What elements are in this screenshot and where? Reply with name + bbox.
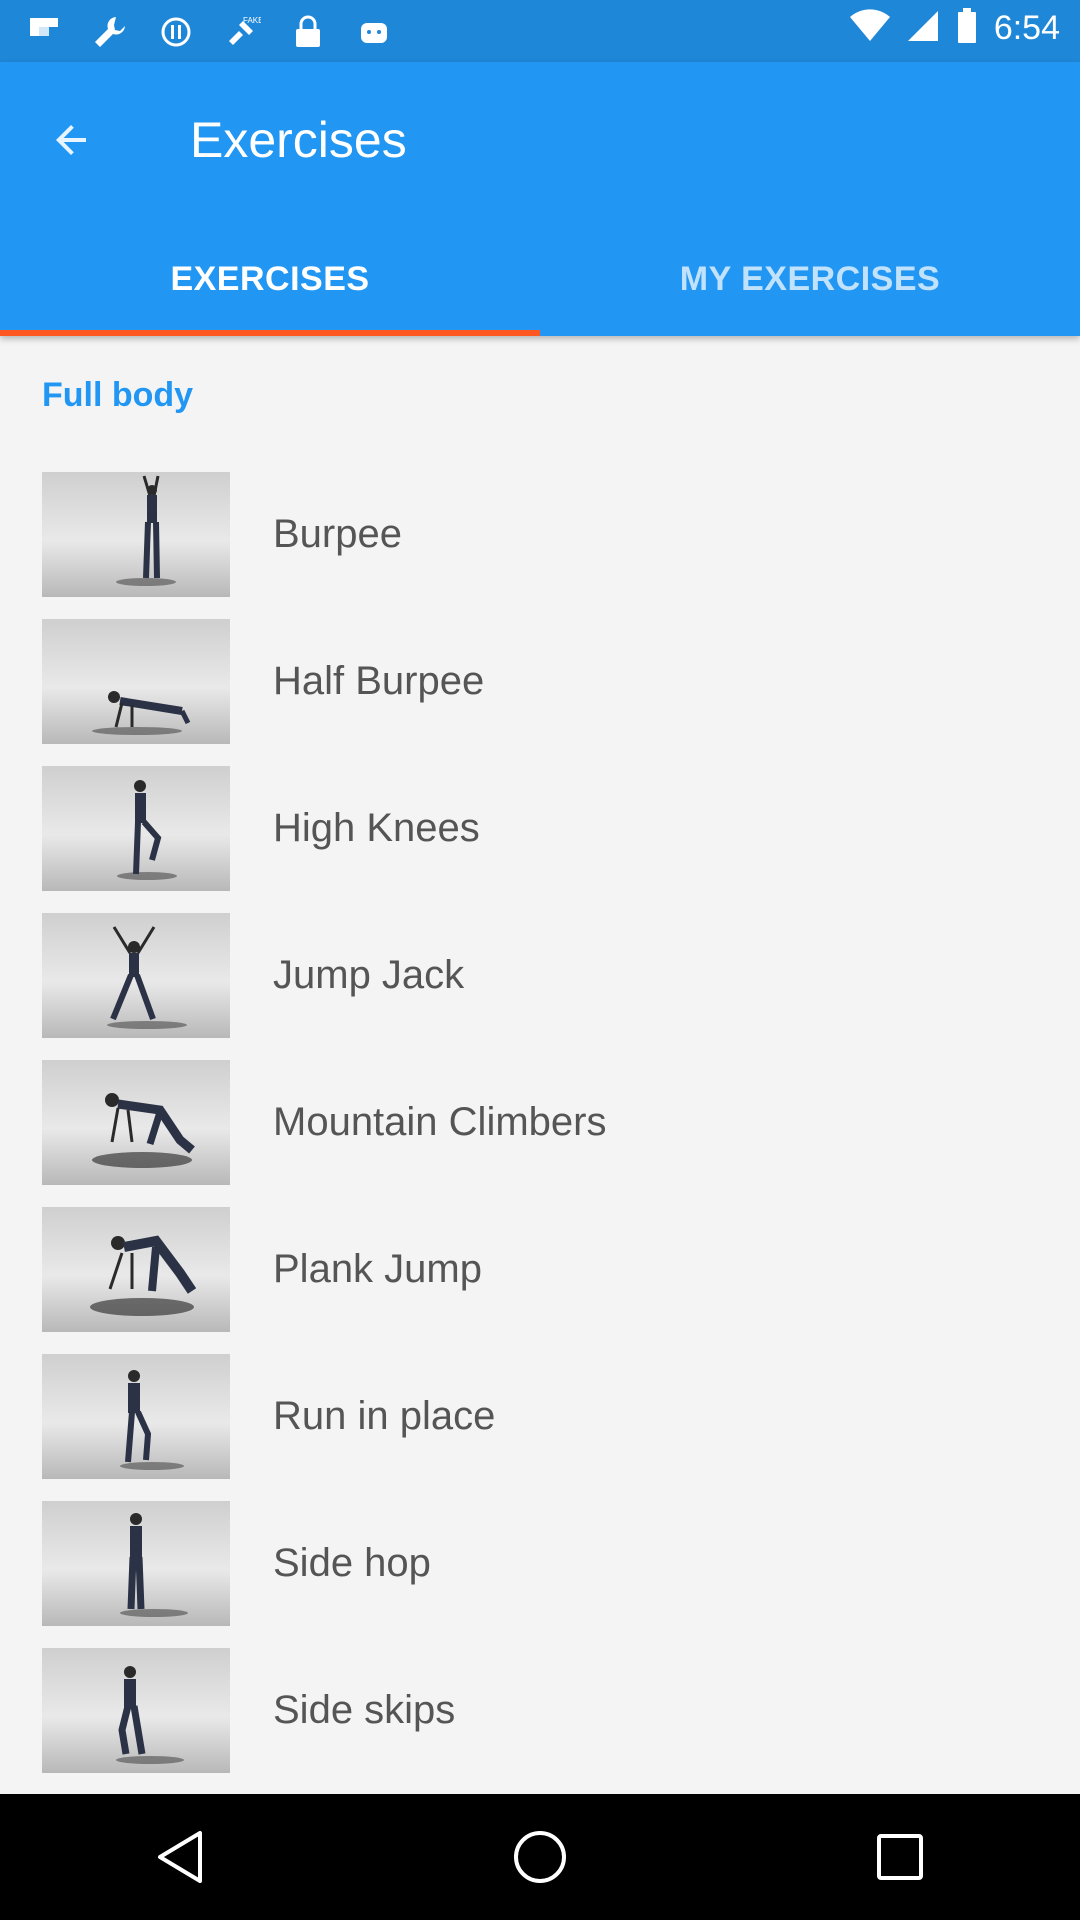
- exercise-name: Side skips: [273, 1688, 456, 1732]
- page-title: Exercises: [190, 112, 407, 168]
- tab-my-exercises[interactable]: MY EXERCISES: [540, 222, 1080, 336]
- svg-text:FAKE: FAKE: [243, 16, 261, 25]
- status-bar: FAKE 6:54: [0, 0, 1080, 62]
- signal-icon: [906, 9, 940, 48]
- section-title: Full body: [42, 376, 194, 414]
- notification-icons: FAKE: [24, 12, 394, 52]
- list-item[interactable]: Mountain Climbers: [0, 1060, 1080, 1207]
- list-item[interactable]: Burpee: [0, 472, 1080, 619]
- status-time: 6:54: [993, 9, 1060, 47]
- exercise-thumbnail: [42, 619, 230, 744]
- back-button[interactable]: [40, 108, 104, 172]
- exercise-name: Side hop: [273, 1541, 431, 1585]
- exercise-name: Half Burpee: [273, 659, 485, 703]
- exercise-list: Burpee Half Burpee High Knees Jump Jack …: [0, 472, 1080, 1795]
- exercise-name: Plank Jump: [273, 1247, 482, 1291]
- system-nav-bar: [0, 1794, 1080, 1920]
- arrow-left-icon: [56, 125, 86, 155]
- wrench-icon: [90, 12, 130, 52]
- system-status: 6:54: [849, 8, 1060, 49]
- list-item[interactable]: Side skips: [0, 1648, 1080, 1795]
- list-item[interactable]: High Knees: [0, 766, 1080, 913]
- sync-icon: [156, 12, 196, 52]
- android-icon: [354, 12, 394, 52]
- app-bar: Exercises EXERCISES MY EXERCISES: [0, 62, 1080, 336]
- exercise-name: Jump Jack: [273, 953, 465, 997]
- flipboard-icon: [24, 12, 64, 52]
- exercise-thumbnail: [42, 1207, 230, 1332]
- list-item[interactable]: Half Burpee: [0, 619, 1080, 766]
- nav-recents-button[interactable]: [840, 1807, 960, 1907]
- exercise-thumbnail: [42, 1354, 230, 1479]
- exercise-name: High Knees: [273, 806, 480, 850]
- recents-square-icon: [877, 1834, 923, 1880]
- exercise-name: Mountain Climbers: [273, 1100, 607, 1144]
- exercise-thumbnail: [42, 1060, 230, 1185]
- exercise-thumbnail: [42, 1501, 230, 1626]
- nav-back-button[interactable]: [120, 1807, 240, 1907]
- exercise-thumbnail: [42, 913, 230, 1038]
- wifi-icon: [849, 9, 890, 48]
- list-item[interactable]: Plank Jump: [0, 1207, 1080, 1354]
- exercise-name: Burpee: [273, 512, 402, 556]
- list-item[interactable]: Side hop: [0, 1501, 1080, 1648]
- list-item[interactable]: Jump Jack: [0, 913, 1080, 1060]
- tab-exercises[interactable]: EXERCISES: [0, 222, 540, 336]
- lock-icon: [288, 12, 328, 52]
- back-triangle-icon: [158, 1831, 202, 1883]
- battery-icon: [956, 8, 978, 49]
- exercise-thumbnail: [42, 1648, 230, 1773]
- exercise-name: Run in place: [273, 1394, 496, 1438]
- nav-home-button[interactable]: [480, 1807, 600, 1907]
- exercise-thumbnail: [42, 766, 230, 891]
- fake-gps-icon: FAKE: [222, 12, 262, 52]
- list-item[interactable]: Run in place: [0, 1354, 1080, 1501]
- home-circle-icon: [514, 1831, 566, 1883]
- tab-bar: EXERCISES MY EXERCISES: [0, 222, 1080, 336]
- exercise-thumbnail: [42, 472, 230, 597]
